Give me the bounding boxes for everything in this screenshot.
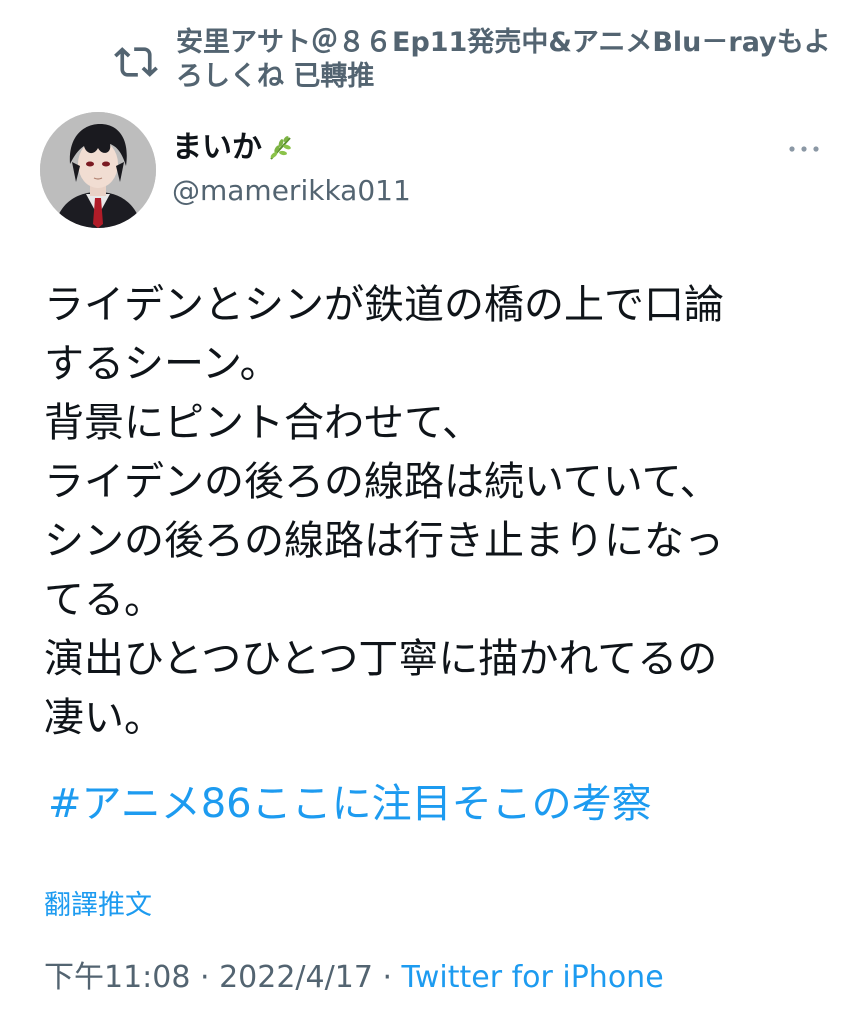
tweet-date[interactable]: 2022/4/17 (219, 960, 373, 995)
retweet-header[interactable]: 安里アサト＠８６Ep11発売中&アニメBlu－rayもよろしくね 已轉推 (114, 26, 834, 94)
more-dots-icon (789, 146, 819, 152)
tweet-text-line: 凄い。 (44, 695, 164, 741)
meta-separator: · (190, 960, 220, 995)
avatar-illustration (40, 112, 156, 228)
tweet-text: ライデンとシンが鉄道の橋の上で口論 するシーン。 背景にピント合わせて、 ライデ… (44, 276, 834, 748)
display-name[interactable]: まいか (172, 130, 296, 166)
leaf-icon (270, 136, 291, 160)
tweet-author: まいか @mamerikka011 (40, 112, 820, 228)
retweet-text[interactable]: 安里アサト＠８６Ep11発売中&アニメBlu－rayもよろしくね 已轉推 (176, 26, 834, 94)
tweet-text-line: シンの後ろの線路は行き止まりになっ (44, 518, 724, 564)
tweet-text-line: するシーン。 (44, 341, 280, 387)
tweet-text-line: てる。 (44, 577, 164, 623)
user-handle[interactable]: @mamerikka011 (172, 174, 411, 208)
retweet-icon (114, 47, 158, 77)
display-name-text: まいか (172, 130, 262, 165)
more-options-button[interactable] (784, 134, 824, 164)
avatar[interactable] (40, 112, 156, 228)
tweet-text-line: 演出ひとつひとつ丁寧に描かれてるの (44, 636, 718, 682)
tweet-text-line: ライデンの後ろの線路は続いていて、 (44, 459, 720, 505)
tweet-text-line: ライデンとシンが鉄道の橋の上で口論 (44, 282, 724, 328)
tweet-meta: 下午11:08 · 2022/4/17 · Twitter for iPhone (44, 958, 664, 998)
tweet-time[interactable]: 下午11:08 (44, 960, 190, 995)
tweet-text-line: 背景にピント合わせて、 (44, 400, 482, 446)
translate-tweet-link[interactable]: 翻譯推文 (44, 888, 152, 924)
hashtag-link[interactable]: #アニメ86ここに注目そこの考察 (48, 778, 652, 830)
meta-separator: · (372, 960, 402, 995)
tweet-source-link[interactable]: Twitter for iPhone (402, 960, 664, 995)
